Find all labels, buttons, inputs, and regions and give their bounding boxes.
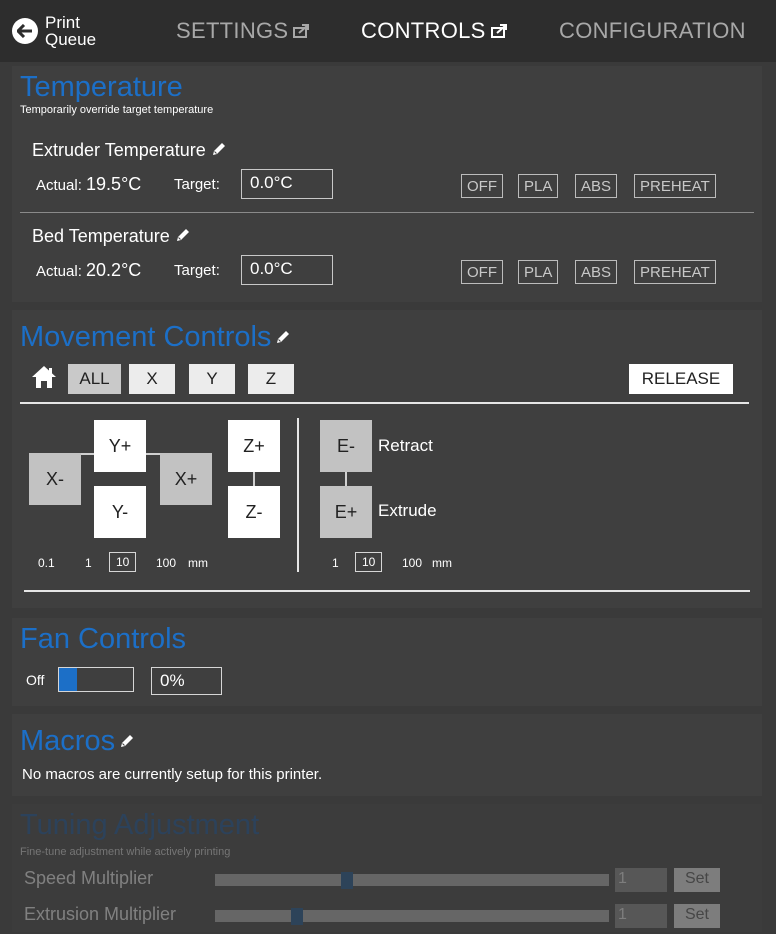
back-label-line2: Queue bbox=[45, 30, 97, 49]
extrusion-set-button[interactable]: Set bbox=[674, 904, 720, 928]
fan-state-label: Off bbox=[26, 672, 45, 688]
extrude-label: Extrude bbox=[378, 501, 437, 520]
pencil-edit-icon[interactable] bbox=[211, 141, 227, 157]
speed-slider-thumb[interactable] bbox=[341, 872, 354, 889]
movement-panel: Movement Controls ALL X Y Z RELEASE Y+ X… bbox=[12, 310, 762, 608]
tab-controls[interactable]: CONTROLS bbox=[361, 18, 507, 44]
fan-speed-slider[interactable] bbox=[58, 667, 134, 692]
fan-title: Fan Controls bbox=[20, 623, 187, 655]
macros-header: Macros bbox=[20, 726, 135, 756]
speed-set-button[interactable]: Set bbox=[674, 868, 720, 892]
extruder-preset-preheat-button[interactable]: PREHEAT bbox=[634, 174, 716, 198]
jog-e-plus-button[interactable]: E+ bbox=[320, 486, 372, 538]
jog-x-minus-button[interactable]: X- bbox=[29, 453, 81, 505]
xyz-step-10[interactable]: 10 bbox=[109, 552, 137, 572]
temperature-title: Temperature bbox=[20, 71, 183, 103]
movement-header: Movement Controls bbox=[20, 322, 291, 352]
bed-preset-off-button[interactable]: OFF bbox=[461, 260, 503, 284]
extruder-target-label: Target: bbox=[174, 176, 220, 193]
extruder-preset-abs-button[interactable]: ABS bbox=[575, 174, 618, 198]
fan-slider-thumb[interactable] bbox=[59, 668, 77, 691]
bed-temperature-label: Bed Temperature bbox=[32, 226, 191, 247]
extrusion-slider-thumb[interactable] bbox=[291, 908, 304, 925]
fan-speed-input[interactable]: 0% bbox=[151, 667, 222, 695]
bed-preset-pla-button[interactable]: PLA bbox=[518, 260, 559, 284]
jog-e-minus-button[interactable]: E- bbox=[320, 420, 372, 472]
divider bbox=[24, 590, 750, 592]
extrusion-multiplier-slider[interactable] bbox=[215, 910, 609, 922]
vertical-divider bbox=[297, 418, 299, 572]
tuning-title: Tuning Adjustment bbox=[20, 809, 260, 841]
home-y-button[interactable]: Y bbox=[189, 364, 235, 394]
bed-actual: Actual: 20.2°C bbox=[36, 260, 142, 280]
macros-empty-message: No macros are currently setup for this p… bbox=[22, 766, 323, 783]
retract-label: Retract bbox=[378, 436, 433, 455]
jog-y-plus-button[interactable]: Y+ bbox=[94, 420, 146, 472]
jog-z-plus-button[interactable]: Z+ bbox=[228, 420, 280, 472]
divider bbox=[20, 402, 749, 404]
divider bbox=[20, 212, 754, 213]
xyz-step-100[interactable]: 100 bbox=[156, 556, 176, 570]
pencil-edit-icon[interactable] bbox=[119, 733, 135, 749]
speed-multiplier-label: Speed Multiplier bbox=[24, 868, 154, 888]
xyz-step-unit: mm bbox=[188, 556, 208, 570]
external-link-icon bbox=[490, 24, 507, 38]
home-z-button[interactable]: Z bbox=[248, 364, 294, 394]
bed-actual-value: 20.2°C bbox=[86, 260, 142, 280]
release-button[interactable]: RELEASE bbox=[629, 364, 733, 394]
bed-preset-abs-button[interactable]: ABS bbox=[575, 260, 618, 284]
extruder-preset-off-button[interactable]: OFF bbox=[461, 174, 503, 198]
fan-panel: Fan Controls Off 0% bbox=[12, 618, 762, 706]
home-all-button[interactable]: ALL bbox=[68, 364, 121, 394]
macros-panel: Macros No macros are currently setup for… bbox=[12, 714, 762, 796]
jog-y-minus-button[interactable]: Y- bbox=[94, 486, 146, 538]
back-arrow-icon bbox=[12, 18, 38, 44]
bed-preset-preheat-button[interactable]: PREHEAT bbox=[634, 260, 716, 284]
extrusion-multiplier-input[interactable]: 1 bbox=[615, 904, 667, 928]
external-link-icon bbox=[293, 24, 310, 38]
temperature-panel: Temperature Temporarily override target … bbox=[12, 66, 762, 302]
xyz-step-0.1[interactable]: 0.1 bbox=[38, 556, 55, 570]
extruder-preset-pla-button[interactable]: PLA bbox=[518, 174, 559, 198]
jog-z-minus-button[interactable]: Z- bbox=[228, 486, 280, 538]
pencil-edit-icon[interactable] bbox=[175, 227, 191, 243]
xyz-step-1[interactable]: 1 bbox=[85, 556, 92, 570]
tuning-panel: Tuning Adjustment Fine-tune adjustment w… bbox=[12, 804, 762, 932]
top-nav-bar: Print Queue SETTINGS CONTROLS CONFIGURAT… bbox=[0, 0, 776, 62]
speed-multiplier-input[interactable]: 1 bbox=[615, 868, 667, 892]
movement-title: Movement Controls bbox=[20, 321, 272, 353]
home-x-button[interactable]: X bbox=[129, 364, 175, 394]
extruder-actual: Actual: 19.5°C bbox=[36, 174, 142, 194]
tab-configuration[interactable]: CONFIGURATION bbox=[559, 18, 746, 44]
back-label-line1: Print bbox=[45, 13, 80, 32]
home-icon[interactable] bbox=[31, 365, 57, 389]
jog-x-plus-button[interactable]: X+ bbox=[160, 453, 212, 505]
tuning-subtitle: Fine-tune adjustment while actively prin… bbox=[20, 846, 231, 858]
e-step-unit: mm bbox=[432, 556, 452, 570]
print-queue-back-button[interactable]: Print Queue bbox=[12, 14, 162, 48]
speed-multiplier-slider[interactable] bbox=[215, 874, 609, 886]
temperature-subtitle: Temporarily override target temperature bbox=[20, 104, 214, 116]
bed-target-input[interactable]: 0.0°C bbox=[241, 255, 333, 285]
bed-target-label: Target: bbox=[174, 262, 220, 279]
e-step-1[interactable]: 1 bbox=[332, 556, 339, 570]
pencil-edit-icon[interactable] bbox=[275, 329, 291, 345]
macros-title: Macros bbox=[20, 725, 116, 757]
extruder-actual-value: 19.5°C bbox=[86, 174, 142, 194]
extruder-temperature-label: Extruder Temperature bbox=[32, 140, 227, 161]
extrusion-multiplier-label: Extrusion Multiplier bbox=[24, 904, 177, 924]
extruder-target-input[interactable]: 0.0°C bbox=[241, 169, 333, 199]
e-step-100[interactable]: 100 bbox=[402, 556, 422, 570]
tab-settings[interactable]: SETTINGS bbox=[176, 18, 310, 44]
e-step-10[interactable]: 10 bbox=[355, 552, 383, 572]
